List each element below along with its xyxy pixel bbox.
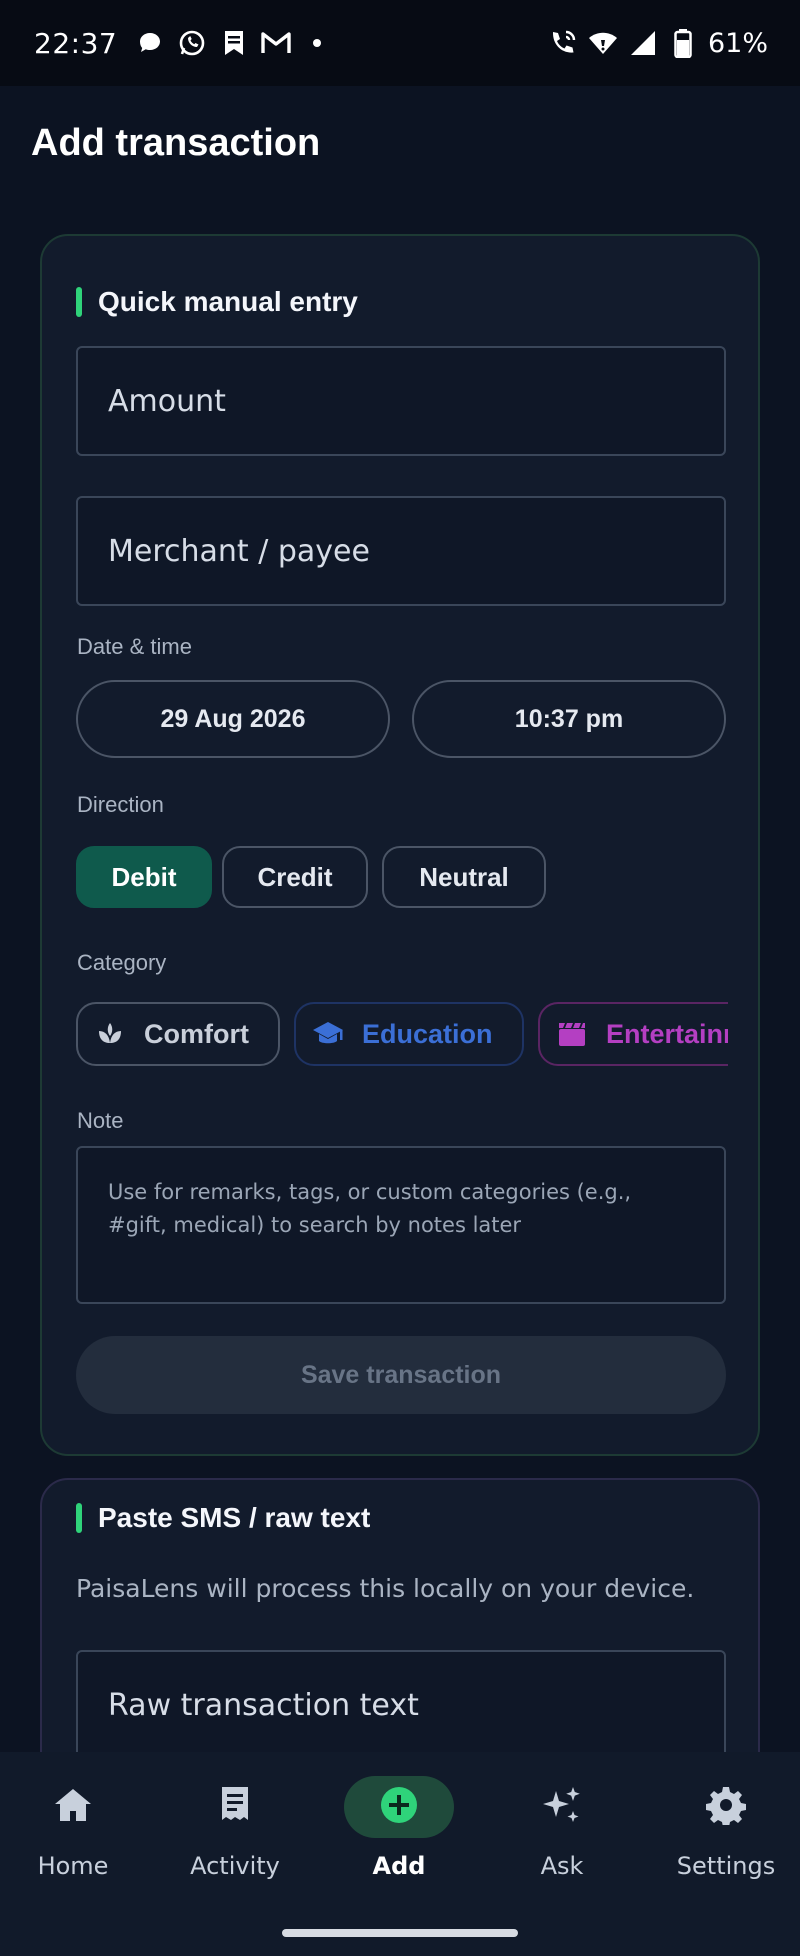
- nav-item-add[interactable]: Add: [319, 1776, 479, 1886]
- manual-entry-header: Quick manual entry: [76, 286, 358, 318]
- category-label: Category: [77, 950, 167, 975]
- battery-icon: [668, 28, 698, 58]
- merchant-input[interactable]: [108, 533, 694, 569]
- category-label-education: Education: [362, 1018, 493, 1049]
- date-picker-button[interactable]: 29 Aug 2026: [76, 680, 390, 758]
- note-textarea[interactable]: Use for remarks, tags, or custom categor…: [76, 1146, 726, 1304]
- home-indicator[interactable]: [282, 1929, 518, 1937]
- nav-label-activity: Activity: [190, 1852, 280, 1880]
- time-picker-button[interactable]: 10:37 pm: [412, 680, 726, 758]
- direction-chip-credit[interactable]: Credit: [222, 846, 368, 908]
- save-transaction-button[interactable]: Save transaction: [76, 1336, 726, 1414]
- whatsapp-icon: [177, 28, 207, 58]
- note-label: Note: [77, 1108, 124, 1133]
- amount-input[interactable]: [108, 383, 694, 419]
- category-chip-entertainment[interactable]: Entertainment: [538, 1002, 728, 1066]
- graduation-cap-icon: [312, 1018, 344, 1050]
- clapperboard-icon: [556, 1018, 588, 1050]
- lotus-icon: [94, 1018, 126, 1050]
- notification-dot-icon: [313, 39, 322, 47]
- gear-icon: [706, 1785, 746, 1829]
- status-time: 22:37: [34, 26, 118, 60]
- amount-field[interactable]: [76, 346, 726, 456]
- direction-chip-neutral[interactable]: Neutral: [382, 846, 546, 908]
- raw-text-field[interactable]: [76, 1650, 726, 1760]
- category-chip-row[interactable]: Comfort Education Entertainment: [76, 1002, 728, 1068]
- category-chip-education[interactable]: Education: [294, 1002, 524, 1066]
- nav-label-settings: Settings: [676, 1852, 776, 1880]
- datetime-label: Date & time: [77, 634, 192, 659]
- sparkle-icon: [540, 1783, 584, 1831]
- wifi-icon: [588, 28, 618, 58]
- wifi-calling-icon: [548, 28, 578, 58]
- nav-icon-container: [180, 1776, 290, 1838]
- manual-entry-card: Quick manual entry Date & time 29 Aug 20…: [40, 234, 760, 1456]
- add-circle-icon: [379, 1785, 419, 1829]
- page-title: Add transaction: [31, 122, 321, 164]
- direction-chip-debit[interactable]: Debit: [76, 846, 212, 908]
- battery-percent: 61%: [707, 27, 768, 59]
- sms-entry-title: Paste SMS / raw text: [98, 1502, 371, 1533]
- category-label-comfort: Comfort: [144, 1018, 249, 1049]
- category-label-entertainment: Entertainment: [606, 1018, 728, 1049]
- bookmark-icon: [219, 28, 249, 58]
- home-icon: [53, 1787, 93, 1827]
- nav-item-activity[interactable]: Activity: [155, 1776, 315, 1886]
- nav-item-settings[interactable]: Settings: [646, 1776, 800, 1886]
- status-bar: 22:37 61%: [0, 0, 800, 86]
- direction-label: Direction: [77, 792, 164, 817]
- nav-item-home[interactable]: Home: [0, 1776, 153, 1886]
- signal-icon: [628, 28, 658, 58]
- sms-entry-header: Paste SMS / raw text: [76, 1502, 370, 1534]
- section-accent-bar: [76, 1503, 82, 1533]
- chat-bubble-icon: [135, 28, 165, 58]
- nav-label-home: Home: [37, 1852, 109, 1880]
- gmail-icon: [261, 28, 291, 58]
- nav-label-add: Add: [372, 1852, 426, 1880]
- sms-entry-subtitle: PaisaLens will process this locally on y…: [76, 1574, 695, 1603]
- nav-icon-container: [671, 1776, 781, 1838]
- receipt-icon: [218, 1785, 252, 1829]
- nav-label-ask: Ask: [540, 1852, 584, 1880]
- raw-text-input[interactable]: [108, 1687, 694, 1723]
- merchant-field[interactable]: [76, 496, 726, 606]
- category-chip-comfort[interactable]: Comfort: [76, 1002, 280, 1066]
- manual-entry-title: Quick manual entry: [98, 286, 358, 317]
- nav-icon-container: [18, 1776, 128, 1838]
- nav-icon-container-active: [344, 1776, 454, 1838]
- nav-icon-container: [507, 1776, 617, 1838]
- nav-item-ask[interactable]: Ask: [482, 1776, 642, 1886]
- bottom-navigation: Home Activity Add Ask Settings: [0, 1752, 800, 1956]
- section-accent-bar: [76, 287, 82, 317]
